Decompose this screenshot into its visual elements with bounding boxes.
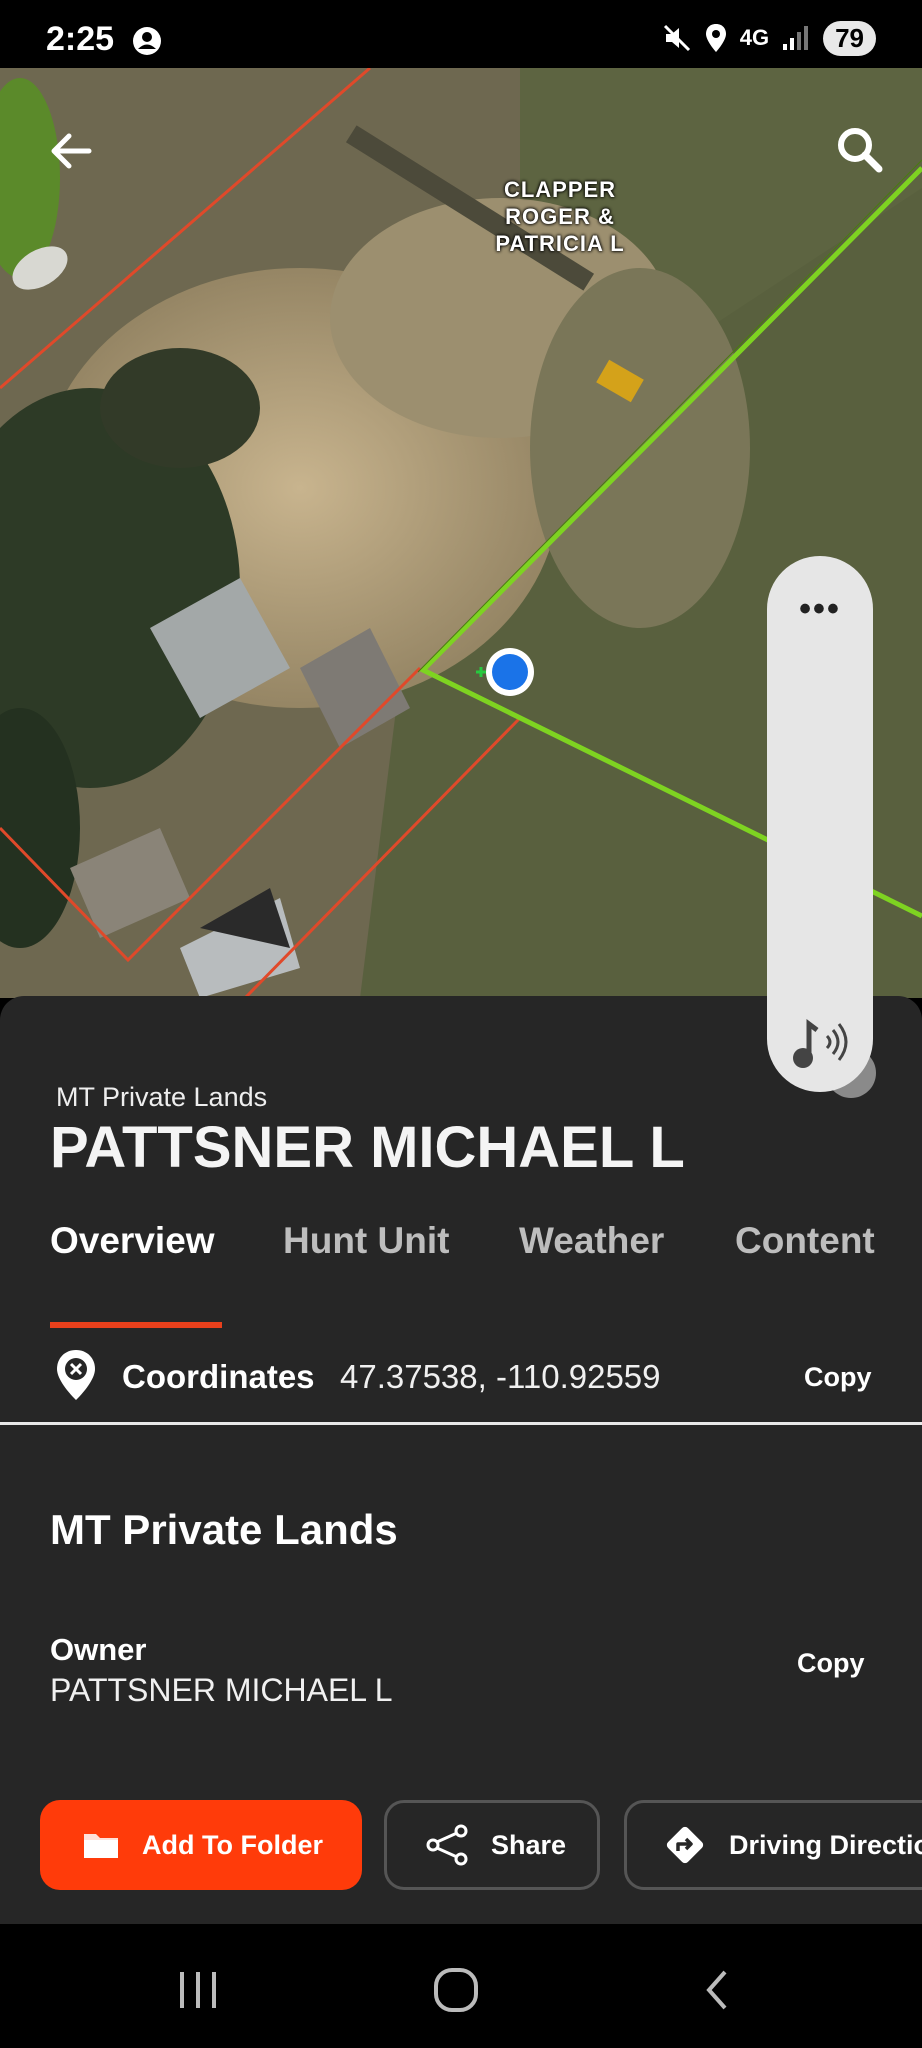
search-icon (838, 128, 883, 173)
more-horizontal-icon[interactable]: ••• (767, 590, 873, 629)
chevron-left-icon (706, 1970, 727, 2010)
add-to-folder-button[interactable]: Add To Folder (40, 1800, 362, 1890)
parcel-details-panel: MT Private Lands PATTSNER MICHAEL L Over… (0, 996, 922, 1924)
tab-content[interactable]: Content (735, 1220, 875, 1262)
directions-icon (666, 1826, 704, 1864)
share-label: Share (491, 1829, 567, 1860)
battery-level: 79 (823, 20, 876, 56)
location-icon (705, 24, 726, 52)
parcel-label-line: CLAPPER (503, 177, 617, 202)
signal-icon (783, 26, 809, 50)
recent-apps-icon (180, 1972, 216, 2008)
map-pin-icon (57, 1350, 95, 1400)
share-icon (426, 1824, 468, 1866)
detail-tabs: Overview Hunt Unit Weather Content (50, 1220, 922, 1290)
network-type: 4G (739, 25, 770, 50)
layer-name: MT Private Lands (56, 1082, 268, 1112)
copy-owner-button[interactable]: Copy (797, 1648, 865, 1679)
media-volume-control[interactable]: ••• (767, 556, 873, 1092)
owner-value: PATTSNER MICHAEL L (50, 1672, 393, 1708)
driving-directions-button[interactable]: Driving Directio (624, 1800, 922, 1890)
mute-icon (663, 24, 690, 52)
share-button[interactable]: Share (384, 1800, 600, 1890)
home-button[interactable] (426, 1960, 486, 2020)
status-time: 2:25 (46, 20, 115, 58)
folder-icon (84, 1834, 118, 1858)
audio-notification-icon[interactable] (789, 1012, 853, 1072)
parcel-label-line: PATRICIA L (495, 231, 625, 256)
driving-directions-label: Driving Directio (729, 1829, 922, 1860)
divider (0, 1422, 922, 1425)
action-bar: Add To Folder Share Driving Directio (0, 1800, 922, 1896)
account-icon (133, 27, 161, 55)
coordinates-value: 47.37538, -110.92559 (340, 1358, 661, 1395)
copy-coordinates-button[interactable]: Copy (804, 1362, 872, 1393)
home-icon (434, 1968, 478, 2012)
active-tab-indicator (50, 1322, 222, 1328)
back-nav-button[interactable] (686, 1960, 746, 2020)
add-to-folder-label: Add To Folder (142, 1829, 323, 1860)
parcel-label-line: ROGER & (505, 204, 615, 229)
status-bar: 2:25 4G 79 (0, 0, 922, 68)
system-nav-bar (0, 1924, 922, 2048)
recent-apps-button[interactable] (168, 1960, 228, 2020)
tab-weather[interactable]: Weather (519, 1220, 664, 1262)
owner-label: Owner (50, 1632, 147, 1667)
coordinates-label: Coordinates (122, 1358, 315, 1395)
tab-hunt-unit[interactable]: Hunt Unit (283, 1220, 449, 1262)
parcel-title: PATTSNER MICHAEL L (50, 1115, 685, 1180)
back-button[interactable] (36, 116, 106, 186)
parcel-owner-label: CLAPPER ROGER & PATRICIA L (470, 176, 650, 257)
tab-overview[interactable]: Overview (50, 1220, 215, 1262)
coordinates-row: Coordinates 47.37538, -110.92559 Copy (0, 1336, 922, 1422)
arrow-left-icon (51, 133, 92, 169)
status-indicators: 4G 79 (662, 20, 876, 56)
section-title: MT Private Lands (50, 1506, 398, 1553)
search-button[interactable] (824, 114, 894, 184)
